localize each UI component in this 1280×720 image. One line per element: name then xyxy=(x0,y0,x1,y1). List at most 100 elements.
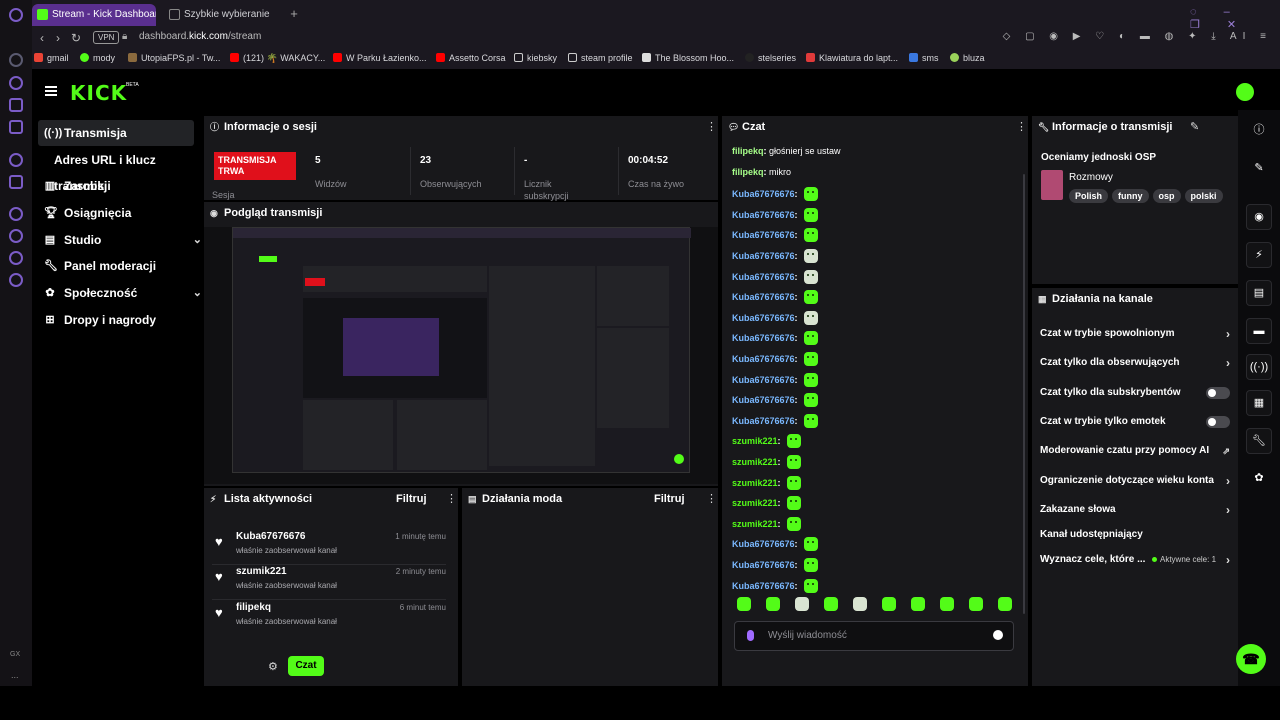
chat-username[interactable]: Kuba67676676 xyxy=(732,560,795,570)
chat-icon[interactable]: ▬ xyxy=(1246,318,1272,344)
bookmark-item[interactable]: Assetto Corsa xyxy=(436,53,506,63)
tab-speed-dial[interactable]: Szybkie wybieranie xyxy=(164,4,284,26)
discord-icon[interactable] xyxy=(9,175,23,189)
new-tab-button[interactable]: + xyxy=(288,7,300,20)
nav-panel-moderacji[interactable]: 🔧︎ Panel moderacji xyxy=(38,253,194,279)
nav-transmisja[interactable]: ((·)) Transmisja xyxy=(38,120,194,146)
chat-username[interactable]: szumik221 xyxy=(732,478,778,488)
activity-user[interactable]: szumik221 xyxy=(236,566,287,577)
chat-username[interactable]: Kuba67676676 xyxy=(732,251,795,261)
nav-dropy[interactable]: ⊞ Dropy i nagrody xyxy=(38,307,194,333)
slow-mode-row[interactable]: Czat w trybie spowolnionym › xyxy=(1040,324,1230,344)
chat-scrollbar[interactable] xyxy=(1023,174,1025,614)
chat-username[interactable]: Kuba67676676 xyxy=(732,210,795,220)
host-channel-row[interactable]: Kanał udostępniający xyxy=(1040,525,1230,545)
mic-icon[interactable] xyxy=(747,630,754,641)
activity-user[interactable]: filipekq xyxy=(236,602,271,613)
bookmark-item[interactable]: UtopiaFPS.pl - Tw... xyxy=(128,53,220,63)
chat-username[interactable]: Kuba67676676 xyxy=(732,272,795,282)
nav-osiagniecia[interactable]: 🏆︎ Osiągnięcia xyxy=(38,200,194,226)
vpn-badge[interactable]: VPN xyxy=(93,31,120,44)
more-options-icon[interactable]: ⋮ xyxy=(446,493,457,505)
chat-username[interactable]: Kuba67676676 xyxy=(732,292,795,302)
bookmark-item[interactable]: sms xyxy=(909,53,939,63)
emote-picker-icon[interactable] xyxy=(766,597,780,611)
chat-username[interactable]: szumik221 xyxy=(732,457,778,467)
tag-pill[interactable]: funny xyxy=(1112,189,1149,203)
chat-username[interactable]: Kuba67676676 xyxy=(732,189,795,199)
avatar[interactable] xyxy=(1236,83,1254,101)
preview-toggle-icon[interactable]: ◉ xyxy=(1246,204,1272,230)
broadcast-icon[interactable]: ((·)) xyxy=(1246,354,1272,380)
filter-button[interactable]: Filtruj xyxy=(396,488,427,510)
bookmark-item[interactable]: The Blossom Hoo... xyxy=(642,53,734,63)
emote-picker-icon[interactable] xyxy=(969,597,983,611)
chat-username[interactable]: Kuba67676676 xyxy=(732,230,795,240)
followers-only-row[interactable]: Czat tylko dla obserwujących › xyxy=(1040,353,1230,373)
aria-icon[interactable] xyxy=(9,76,23,90)
reload-icon[interactable]: ↻ xyxy=(68,30,84,46)
bookmark-item[interactable]: bluza xyxy=(950,53,985,63)
nav-stream-key[interactable]: Adres URL i klucz transmisji xyxy=(38,147,194,193)
community-icon[interactable]: ✿ xyxy=(1246,466,1272,492)
ai-label[interactable]: AI xyxy=(1230,31,1251,42)
instagram-icon[interactable] xyxy=(9,120,23,134)
opera-logo-icon[interactable] xyxy=(9,8,23,22)
emote-picker-icon[interactable] xyxy=(853,597,867,611)
filter-button[interactable]: Filtruj xyxy=(654,488,685,510)
tag-pill[interactable]: polski xyxy=(1184,189,1223,203)
chat-username[interactable]: Kuba67676676 xyxy=(732,375,795,385)
emote-picker-icon[interactable] xyxy=(940,597,954,611)
tag-pill[interactable]: Polish xyxy=(1069,189,1109,203)
chat-username[interactable]: szumik221 xyxy=(732,519,778,529)
chat-username[interactable]: Kuba67676676 xyxy=(732,416,795,426)
chat-username[interactable]: Kuba67676676 xyxy=(732,539,795,549)
activity-user[interactable]: Kuba67676676 xyxy=(236,531,306,542)
kick-logo[interactable]: KICK xyxy=(70,81,127,105)
forward-button[interactable]: › xyxy=(50,30,66,46)
edit-icon[interactable]: ✎ xyxy=(1246,156,1272,182)
more-icon[interactable]: ... xyxy=(11,670,19,680)
chat-username[interactable]: Kuba67676676 xyxy=(732,395,795,405)
menu-icon[interactable] xyxy=(45,86,57,96)
emote-picker-icon[interactable] xyxy=(824,597,838,611)
bookmark-item[interactable]: mody xyxy=(80,53,115,63)
account-age-row[interactable]: Ograniczenie dotyczące wieku konta › xyxy=(1040,471,1230,491)
more-options-icon[interactable]: ⋮ xyxy=(706,493,717,505)
nav-studio[interactable]: ▤ Studio ⌄ xyxy=(38,227,202,253)
nav-zarobki[interactable]: ▥ Zarobki xyxy=(38,173,194,199)
chat-settings-icon[interactable]: ⚙ xyxy=(268,660,278,673)
category-name[interactable]: Rozmowy xyxy=(1069,172,1113,183)
info-icon[interactable]: ⓘ xyxy=(1246,118,1272,144)
chat-send-button[interactable]: Czat xyxy=(288,656,324,676)
bookmark-item[interactable]: stelseries xyxy=(745,53,796,63)
more-options-icon[interactable]: ⋮ xyxy=(1016,121,1027,133)
nav-spolecznosc[interactable]: ✿ Społeczność ⌄ xyxy=(38,280,202,306)
chat-username[interactable]: Kuba67676676 xyxy=(732,333,795,343)
player-icon[interactable] xyxy=(9,207,23,221)
ai-moderation-row[interactable]: Moderowanie czatu przy pomocy AI ⇗ xyxy=(1040,441,1230,461)
extensions-icon[interactable] xyxy=(9,251,23,265)
help-button[interactable]: ☎︎ xyxy=(1236,644,1266,674)
bookmark-item[interactable]: W Parku Łazienko... xyxy=(333,53,427,63)
chat-username[interactable]: filipekq xyxy=(732,167,764,177)
settings-icon[interactable] xyxy=(9,273,23,287)
edit-icon[interactable]: ✎ xyxy=(1190,120,1199,133)
subscribers-only-toggle[interactable] xyxy=(1206,387,1230,399)
tag-pill[interactable]: osp xyxy=(1152,189,1181,203)
more-options-icon[interactable]: ⋮ xyxy=(706,121,717,133)
ai-icon[interactable] xyxy=(9,98,23,112)
url-field[interactable]: dashboard.kick.com/stream xyxy=(139,31,261,42)
bookmark-item[interactable]: steam profile xyxy=(568,53,633,63)
emote-picker-icon[interactable] xyxy=(911,597,925,611)
emote-picker-icon[interactable] xyxy=(882,597,896,611)
window-controls[interactable]: ◌ – ❐ ✕ xyxy=(1190,6,1270,31)
banned-words-row[interactable]: Zakazane słowa › xyxy=(1040,500,1230,520)
bookmark-item[interactable]: Klawiatura do lapt... xyxy=(806,53,898,63)
back-button[interactable]: ‹ xyxy=(34,30,50,46)
emote-picker-icon[interactable] xyxy=(998,597,1012,611)
bookmark-item[interactable]: kiebsky xyxy=(514,53,557,63)
sliders-icon[interactable]: ▦ xyxy=(1246,390,1272,416)
emote-picker-icon[interactable] xyxy=(795,597,809,611)
wrench-icon[interactable]: 🔧︎ xyxy=(1246,428,1272,454)
